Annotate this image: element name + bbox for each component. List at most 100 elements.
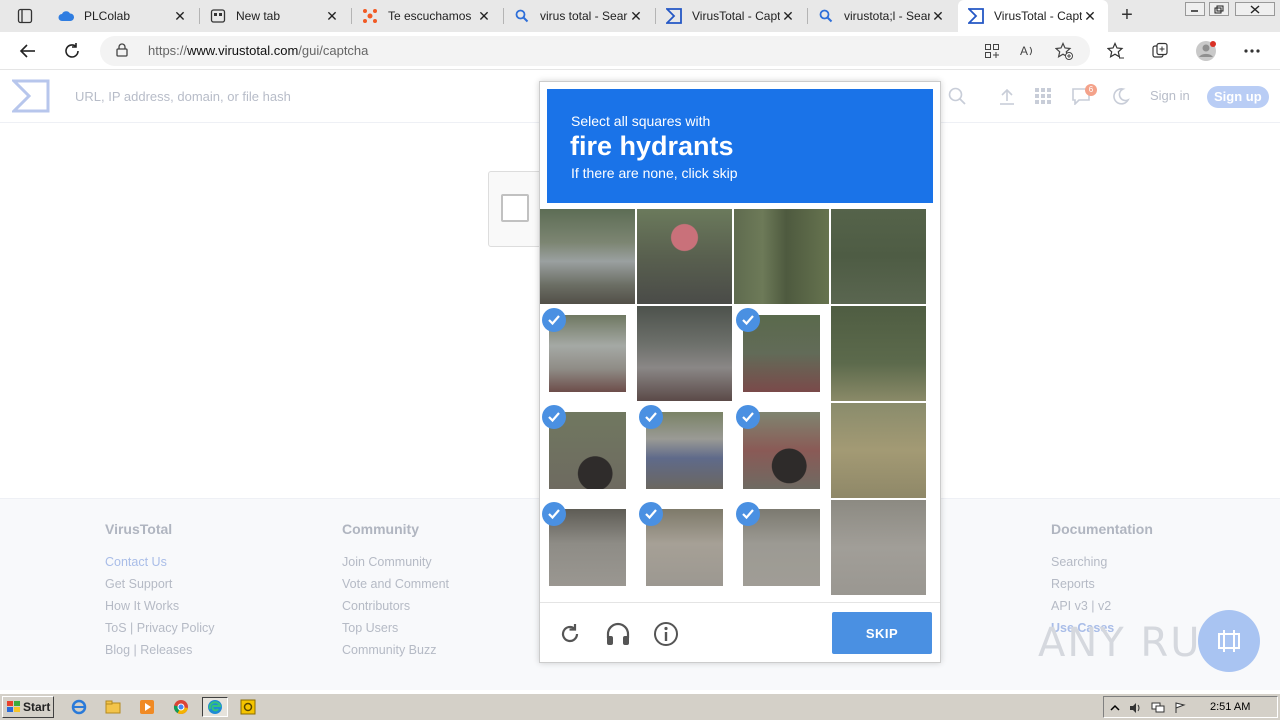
add-favorite-icon[interactable] bbox=[1054, 41, 1074, 61]
tile-image bbox=[831, 403, 926, 498]
tab-actions-menu-button[interactable] bbox=[8, 4, 42, 28]
tab-title: VirusTotal - Capt bbox=[994, 9, 1082, 23]
image-tile-10[interactable] bbox=[637, 403, 732, 498]
tab-virustotal-captcha-active[interactable]: VirusTotal - Capt ✕ bbox=[958, 0, 1108, 32]
footer-link-join-community[interactable]: Join Community bbox=[342, 551, 449, 573]
chrome-icon[interactable] bbox=[170, 697, 192, 717]
tile-image bbox=[637, 306, 732, 401]
sign-in-link[interactable]: Sign in bbox=[1150, 88, 1190, 103]
internet-explorer-icon[interactable] bbox=[68, 697, 90, 717]
start-button[interactable]: Start bbox=[2, 696, 54, 718]
more-options-icon[interactable] bbox=[1241, 40, 1263, 62]
windows-logo-icon bbox=[7, 701, 21, 713]
app-o-icon[interactable] bbox=[237, 697, 259, 717]
close-icon[interactable]: ✕ bbox=[324, 8, 340, 24]
footer-link-vote-and-comment[interactable]: Vote and Comment bbox=[342, 573, 449, 595]
close-icon[interactable]: ✕ bbox=[930, 8, 946, 24]
tab-te-escuchamos[interactable]: Te escuchamos ✕ bbox=[352, 0, 502, 32]
image-tile-6[interactable] bbox=[637, 306, 732, 401]
image-tile-9[interactable] bbox=[540, 403, 635, 498]
image-tile-7[interactable] bbox=[734, 306, 829, 401]
image-tile-15[interactable] bbox=[734, 500, 829, 595]
footer-link-top-users[interactable]: Top Users bbox=[342, 617, 449, 639]
close-icon[interactable]: ✕ bbox=[780, 8, 796, 24]
windows-taskbar: Start 2:51 AM bbox=[0, 693, 1280, 720]
edge-icon[interactable] bbox=[202, 697, 228, 717]
checkmark-icon bbox=[542, 502, 566, 526]
image-tile-3[interactable] bbox=[734, 209, 829, 304]
url-prefix: https:// bbox=[148, 43, 188, 58]
image-tile-14[interactable] bbox=[637, 500, 732, 595]
search-input[interactable]: URL, IP address, domain, or file hash bbox=[75, 89, 291, 104]
image-tile-5[interactable] bbox=[540, 306, 635, 401]
tab-virustotal-search[interactable]: virustota;l - Sear ✕ bbox=[808, 0, 956, 32]
help-button[interactable] bbox=[652, 620, 680, 648]
footer-link-searching[interactable]: Searching bbox=[1051, 551, 1153, 573]
apps-icon[interactable] bbox=[982, 41, 1002, 61]
media-player-icon[interactable] bbox=[136, 697, 158, 717]
image-tile-16[interactable] bbox=[831, 500, 926, 595]
checkmark-icon bbox=[639, 405, 663, 429]
image-tile-1[interactable] bbox=[540, 209, 635, 304]
tab-title: virus total - Sear bbox=[540, 9, 628, 23]
image-tile-4[interactable] bbox=[831, 209, 926, 304]
close-window-button[interactable] bbox=[1235, 2, 1275, 16]
address-bar[interactable]: https://www.virustotal.com/gui/captcha A bbox=[100, 36, 1090, 66]
notification-badge: 6 bbox=[1085, 84, 1097, 96]
close-icon[interactable]: ✕ bbox=[476, 8, 492, 24]
close-icon[interactable]: ✕ bbox=[1082, 8, 1098, 24]
footer-link-get-support[interactable]: Get Support bbox=[105, 573, 215, 595]
back-button[interactable] bbox=[14, 38, 42, 64]
url-text[interactable]: https://www.virustotal.com/gui/captcha bbox=[148, 43, 368, 58]
reload-challenge-button[interactable] bbox=[556, 620, 584, 648]
new-tab-button[interactable]: + bbox=[1114, 4, 1140, 28]
flag-icon[interactable] bbox=[1172, 700, 1188, 716]
tab-new-tab[interactable]: New tab ✕ bbox=[200, 0, 350, 32]
footer-link-blog-releases[interactable]: Blog | Releases bbox=[105, 639, 215, 661]
skip-button[interactable]: SKIP bbox=[832, 612, 932, 654]
footer-link-how-it-works[interactable]: How It Works bbox=[105, 595, 215, 617]
sign-up-button[interactable]: Sign up bbox=[1207, 86, 1269, 108]
profile-avatar-icon[interactable] bbox=[1195, 40, 1217, 62]
form-icon bbox=[362, 8, 378, 24]
checkmark-icon bbox=[639, 502, 663, 526]
network-icon[interactable] bbox=[1150, 700, 1166, 716]
minimize-button[interactable] bbox=[1185, 2, 1205, 16]
image-tile-13[interactable] bbox=[540, 500, 635, 595]
virustotal-logo-icon[interactable] bbox=[10, 79, 50, 116]
audio-challenge-button[interactable] bbox=[604, 620, 632, 648]
challenge-hint: If there are none, click skip bbox=[571, 165, 738, 181]
footer-link-contributors[interactable]: Contributors bbox=[342, 595, 449, 617]
recaptcha-checkbox[interactable] bbox=[501, 194, 529, 222]
tab-virus-total-search[interactable]: virus total - Sear ✕ bbox=[504, 0, 654, 32]
footer-link-reports[interactable]: Reports bbox=[1051, 573, 1153, 595]
restore-button[interactable] bbox=[1209, 2, 1229, 16]
tab-title: New tab bbox=[236, 9, 281, 23]
chevron-up-icon[interactable] bbox=[1107, 700, 1123, 716]
image-tile-11[interactable] bbox=[734, 403, 829, 498]
upload-icon[interactable] bbox=[996, 85, 1018, 107]
file-explorer-icon[interactable] bbox=[102, 697, 124, 717]
checkmark-icon bbox=[736, 308, 760, 332]
refresh-icon bbox=[561, 624, 579, 643]
close-icon[interactable]: ✕ bbox=[172, 8, 188, 24]
tab-plcolab[interactable]: PLColab ✕ bbox=[48, 0, 198, 32]
footer-link-contact-us[interactable]: Contact Us bbox=[105, 551, 215, 573]
search-icon[interactable] bbox=[946, 85, 968, 107]
tab-virustotal-captcha[interactable]: VirusTotal - Capt ✕ bbox=[656, 0, 806, 32]
image-tile-8[interactable] bbox=[831, 306, 926, 401]
read-aloud-icon[interactable]: A bbox=[1018, 41, 1038, 61]
collections-icon[interactable] bbox=[1149, 40, 1171, 62]
refresh-button[interactable] bbox=[58, 38, 86, 64]
image-tile-12[interactable] bbox=[831, 403, 926, 498]
challenge-header: Select all squares with fire hydrants If… bbox=[547, 89, 933, 203]
volume-icon[interactable] bbox=[1128, 700, 1144, 716]
apps-grid-icon[interactable] bbox=[1032, 85, 1054, 107]
lock-icon[interactable] bbox=[116, 43, 128, 60]
footer-link-tos-privacy[interactable]: ToS | Privacy Policy bbox=[105, 617, 215, 639]
favorites-icon[interactable] bbox=[1105, 40, 1127, 62]
close-icon[interactable]: ✕ bbox=[628, 8, 644, 24]
image-tile-2[interactable] bbox=[637, 209, 732, 304]
footer-link-community-buzz[interactable]: Community Buzz bbox=[342, 639, 449, 661]
dark-mode-icon[interactable] bbox=[1110, 85, 1132, 107]
